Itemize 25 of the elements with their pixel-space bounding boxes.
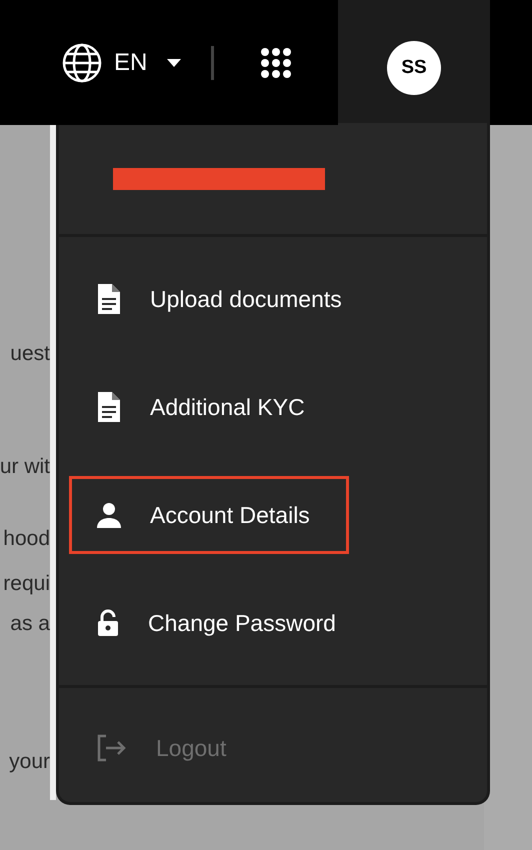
page-text: uest xyxy=(10,343,50,364)
menu-item-label: Additional KYC xyxy=(150,392,305,422)
menu-item[interactable]: Additional KYC xyxy=(69,368,344,446)
menu-item[interactable]: Change Password xyxy=(69,584,375,662)
document-icon xyxy=(96,391,122,424)
caret-icon xyxy=(167,58,182,66)
grid-icon xyxy=(260,46,292,78)
language-selector[interactable]: EN xyxy=(62,42,182,82)
lock-icon xyxy=(96,609,120,638)
page-text: your xyxy=(9,751,50,772)
menu-item-label: Logout xyxy=(156,734,226,763)
apps-grid-button[interactable] xyxy=(260,46,292,78)
menu-item-label: Account Details xyxy=(150,500,310,530)
logout-icon xyxy=(96,734,128,762)
person-icon xyxy=(96,502,122,528)
page-text: requi xyxy=(3,573,50,594)
menu-item-label: Change Password xyxy=(148,608,336,638)
menu-item[interactable]: Account Details xyxy=(69,476,349,554)
document-icon xyxy=(96,283,122,316)
menu-item-label: Upload documents xyxy=(150,284,342,314)
page-text: ur wit xyxy=(0,456,50,477)
page-text: hood xyxy=(3,528,50,549)
page-text: as a xyxy=(10,613,50,634)
menu-item[interactable]: Upload documents xyxy=(69,260,381,338)
globe-icon xyxy=(62,42,102,82)
